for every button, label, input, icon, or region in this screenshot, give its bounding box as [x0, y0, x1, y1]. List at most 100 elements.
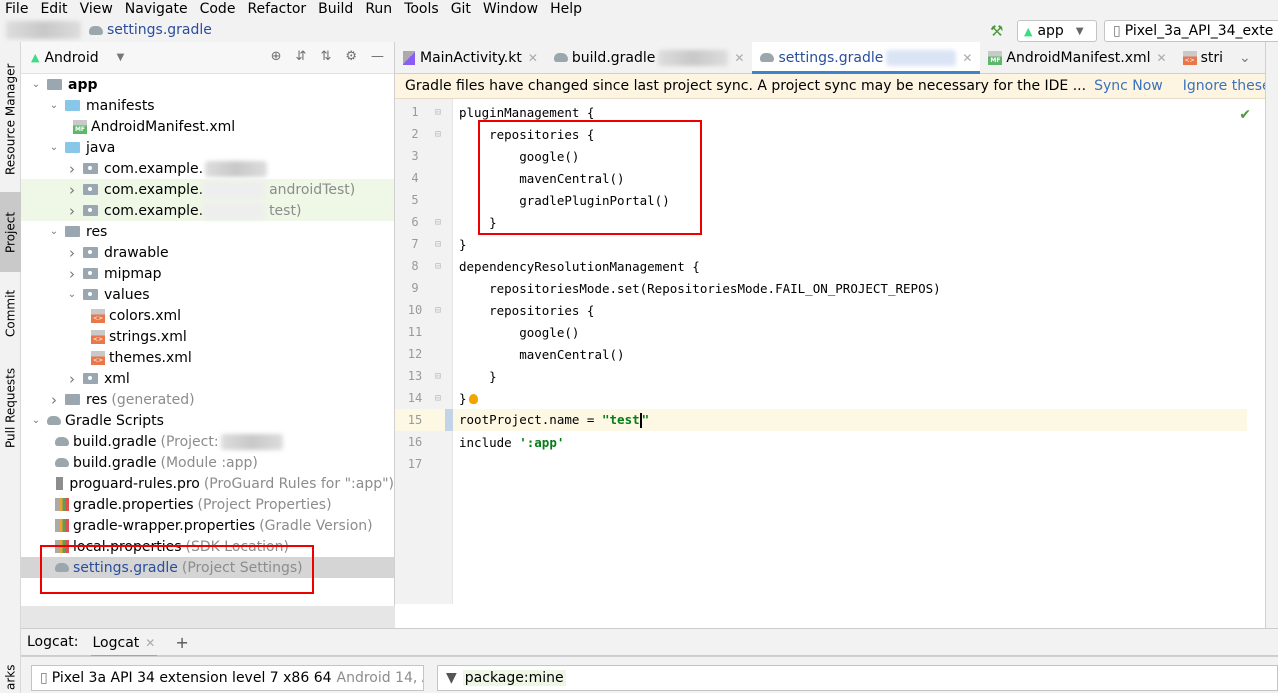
menu-item-edit[interactable]: Edit [40, 1, 67, 17]
close-icon[interactable]: ✕ [962, 51, 972, 65]
menu-item-run[interactable]: Run [365, 1, 392, 17]
expand-all-icon[interactable]: ⇵ [296, 49, 307, 64]
logcat-device-select[interactable]: ▯ Pixel 3a API 34 extension level 7 x86 … [31, 665, 424, 691]
tool-tab-bookmarks[interactable]: arks [0, 662, 21, 692]
intention-bulb-icon[interactable] [468, 394, 478, 404]
tree-item[interactable]: › com.example. androidTest) [21, 179, 394, 200]
editor-tab[interactable]: <> stri [1175, 42, 1231, 73]
tree-item[interactable]: › mipmap [21, 263, 394, 284]
code-text: mavenCentral() [459, 170, 625, 186]
fold-marker-icon[interactable]: ⊟ [435, 107, 449, 118]
tabs-overflow-chevron-icon[interactable]: ⌄ [1231, 42, 1259, 73]
menu-item-view[interactable]: View [80, 1, 113, 17]
line-number: 13 [407, 369, 423, 383]
tree-item[interactable]: <> themes.xml [21, 347, 394, 368]
tool-tab-commit[interactable]: Commit [0, 278, 21, 348]
chevron-down-icon[interactable]: ⌄ [47, 226, 61, 237]
tool-tab-resource-manager[interactable]: Resource Manager [0, 54, 21, 184]
tool-tab-project[interactable]: Project [0, 192, 21, 272]
fold-marker-icon[interactable]: ⊟ [435, 261, 449, 272]
tree-item[interactable]: › xml [21, 368, 394, 389]
tree-item[interactable]: <> strings.xml [21, 326, 394, 347]
fold-marker-icon[interactable]: ⊟ [435, 305, 449, 316]
chevron-right-icon[interactable]: › [65, 202, 79, 220]
tool-tab-pull-requests[interactable]: Pull Requests [0, 358, 21, 458]
fold-marker-icon[interactable]: ⊟ [435, 393, 449, 404]
editor-tab[interactable]: build.gradle ✕ [546, 42, 753, 73]
tree-item[interactable]: build.gradle (Project: [21, 431, 394, 452]
fold-marker-icon[interactable]: ⊟ [435, 217, 449, 228]
chevron-down-icon[interactable]: ⌄ [65, 289, 79, 300]
breadcrumb-file[interactable]: settings.gradle [89, 22, 212, 38]
editor-tab[interactable]: MF AndroidManifest.xml ✕ [980, 42, 1174, 73]
chevron-down-icon[interactable]: ▼ [117, 52, 125, 63]
build-hammer-icon[interactable]: ⚒ [990, 22, 1003, 40]
close-icon[interactable]: ✕ [1157, 51, 1167, 65]
tree-item[interactable]: settings.gradle (Project Settings) [21, 557, 394, 578]
tree-item[interactable]: <> colors.xml [21, 305, 394, 326]
chevron-right-icon[interactable]: › [65, 181, 79, 199]
minimize-icon[interactable]: — [371, 49, 384, 64]
tree-item[interactable]: gradle.properties (Project Properties) [21, 494, 394, 515]
menu-item-git[interactable]: Git [451, 1, 471, 17]
chevron-down-icon[interactable]: ⌄ [29, 415, 43, 426]
tree-item[interactable]: ⌄ res [21, 221, 394, 242]
run-config-select[interactable]: ▲ app ▼ [1017, 20, 1097, 42]
inspection-ok-icon[interactable]: ✔ [1239, 107, 1251, 123]
chevron-right-icon[interactable]: › [47, 391, 61, 409]
menu-item-window[interactable]: Window [483, 1, 538, 17]
gradle-icon [89, 25, 103, 35]
code-line: 2 ⊟ repositories { [395, 123, 1247, 145]
tree-item[interactable]: › com.example. test) [21, 200, 394, 221]
chevron-down-icon[interactable]: ⌄ [47, 142, 61, 153]
tree-item[interactable]: build.gradle (Module :app) [21, 452, 394, 473]
tree-item[interactable]: local.properties (SDK Location) [21, 536, 394, 557]
ignore-changes-link[interactable]: Ignore these changes [1183, 78, 1278, 94]
properties-file-icon [55, 519, 69, 532]
tree-item[interactable]: › res (generated) [21, 389, 394, 410]
close-icon[interactable]: ✕ [734, 51, 744, 65]
menu-item-help[interactable]: Help [550, 1, 582, 17]
close-icon[interactable]: ✕ [145, 636, 155, 650]
tree-item[interactable]: ⌄ java [21, 137, 394, 158]
sync-now-link[interactable]: Sync Now [1094, 78, 1163, 94]
fold-marker-icon[interactable]: ⊟ [435, 371, 449, 382]
chevron-right-icon[interactable]: › [65, 160, 79, 178]
menu-item-code[interactable]: Code [200, 1, 236, 17]
collapse-all-icon[interactable]: ⇅ [320, 49, 331, 64]
gear-icon[interactable]: ⚙ [345, 49, 357, 64]
chevron-right-icon[interactable]: › [65, 265, 79, 283]
tree-item[interactable]: gradle-wrapper.properties (Gradle Version… [21, 515, 394, 536]
tree-item[interactable]: MF AndroidManifest.xml [21, 116, 394, 137]
horizontal-scrollbar[interactable] [21, 606, 395, 628]
fold-marker-icon[interactable]: ⊟ [435, 129, 449, 140]
tree-item[interactable]: ⌄ values [21, 284, 394, 305]
chevron-right-icon[interactable]: › [65, 370, 79, 388]
logcat-filter-input[interactable]: ▼ package:mine [437, 665, 1278, 691]
menu-item-navigate[interactable]: Navigate [125, 1, 188, 17]
tree-item[interactable]: ⌄ manifests [21, 95, 394, 116]
logcat-label: Logcat: [27, 634, 79, 650]
menu-item-tools[interactable]: Tools [404, 1, 439, 17]
editor-tab[interactable]: MainActivity.kt ✕ [395, 42, 546, 73]
menu-item-file[interactable]: File [5, 1, 28, 17]
tree-item[interactable]: ⌄ app [21, 74, 394, 95]
menu-item-build[interactable]: Build [318, 1, 353, 17]
tree-item[interactable]: ⌄ Gradle Scripts [21, 410, 394, 431]
menu-item-refactor[interactable]: Refactor [247, 1, 306, 17]
tree-item[interactable]: › drawable [21, 242, 394, 263]
editor-tab[interactable]: settings.gradle ✕ [752, 42, 981, 74]
chevron-right-icon[interactable]: › [65, 244, 79, 262]
tree-item[interactable]: › com.example. [21, 158, 394, 179]
chevron-down-icon[interactable]: ⌄ [47, 100, 61, 111]
close-icon[interactable]: ✕ [528, 51, 538, 65]
logcat-tab[interactable]: Logcat ✕ [90, 631, 158, 657]
project-view-select[interactable]: Android [44, 50, 98, 66]
chevron-down-icon[interactable]: ⌄ [29, 79, 43, 90]
code-area[interactable]: 1 ⊟ pluginManagement {2 ⊟ repositories {3 g… [395, 101, 1247, 475]
fold-marker-icon[interactable]: ⊟ [435, 239, 449, 250]
add-tab-icon[interactable]: + [175, 633, 188, 652]
device-select[interactable]: ▯ Pixel_3a_API_34_exte [1104, 20, 1278, 42]
tree-item[interactable]: proguard-rules.pro (ProGuard Rules for ":… [21, 473, 394, 494]
locate-icon[interactable]: ⊕ [271, 49, 282, 64]
